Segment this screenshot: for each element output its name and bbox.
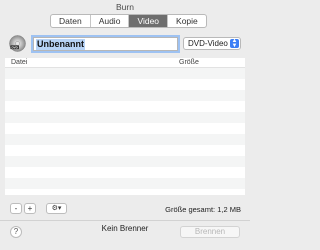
dvd-disc-icon: DVD [9,35,26,52]
tab-video[interactable]: Video [129,15,169,27]
remove-button[interactable]: - [10,203,22,214]
file-table[interactable]: Datei Größe [5,58,245,195]
total-size-label: Größe gesamt: 1,2 MB [165,205,241,214]
format-select[interactable]: DVD-Video ▲ ▼ [183,37,241,50]
tab-kopie[interactable]: Kopie [168,15,206,27]
burn-button[interactable]: Brennen [180,226,240,238]
action-menu-button[interactable]: ⚙▾ [46,203,67,214]
format-select-value: DVD-Video [188,39,228,48]
add-button[interactable]: + [24,203,36,214]
svg-text:DVD: DVD [11,46,18,50]
chevron-updown-icon: ▲ ▼ [230,38,239,49]
table-header: Datei Größe [5,58,245,68]
project-name-field[interactable]: Unbenannt [33,37,178,51]
tab-audio[interactable]: Audio [91,15,130,27]
burn-window: Burn Daten Audio Video Kopie DVD Unbenan… [0,0,250,250]
column-header-file[interactable]: Datei [11,59,27,66]
menu-arrow-icon: ▾ [57,205,62,212]
divider [0,220,250,221]
tab-daten[interactable]: Daten [51,15,91,27]
tab-bar: Daten Audio Video Kopie [50,14,207,28]
project-name-value: Unbenannt [36,39,85,50]
table-rows-empty [5,68,245,195]
column-header-size[interactable]: Größe [179,59,199,66]
window-title: Burn [116,2,134,12]
